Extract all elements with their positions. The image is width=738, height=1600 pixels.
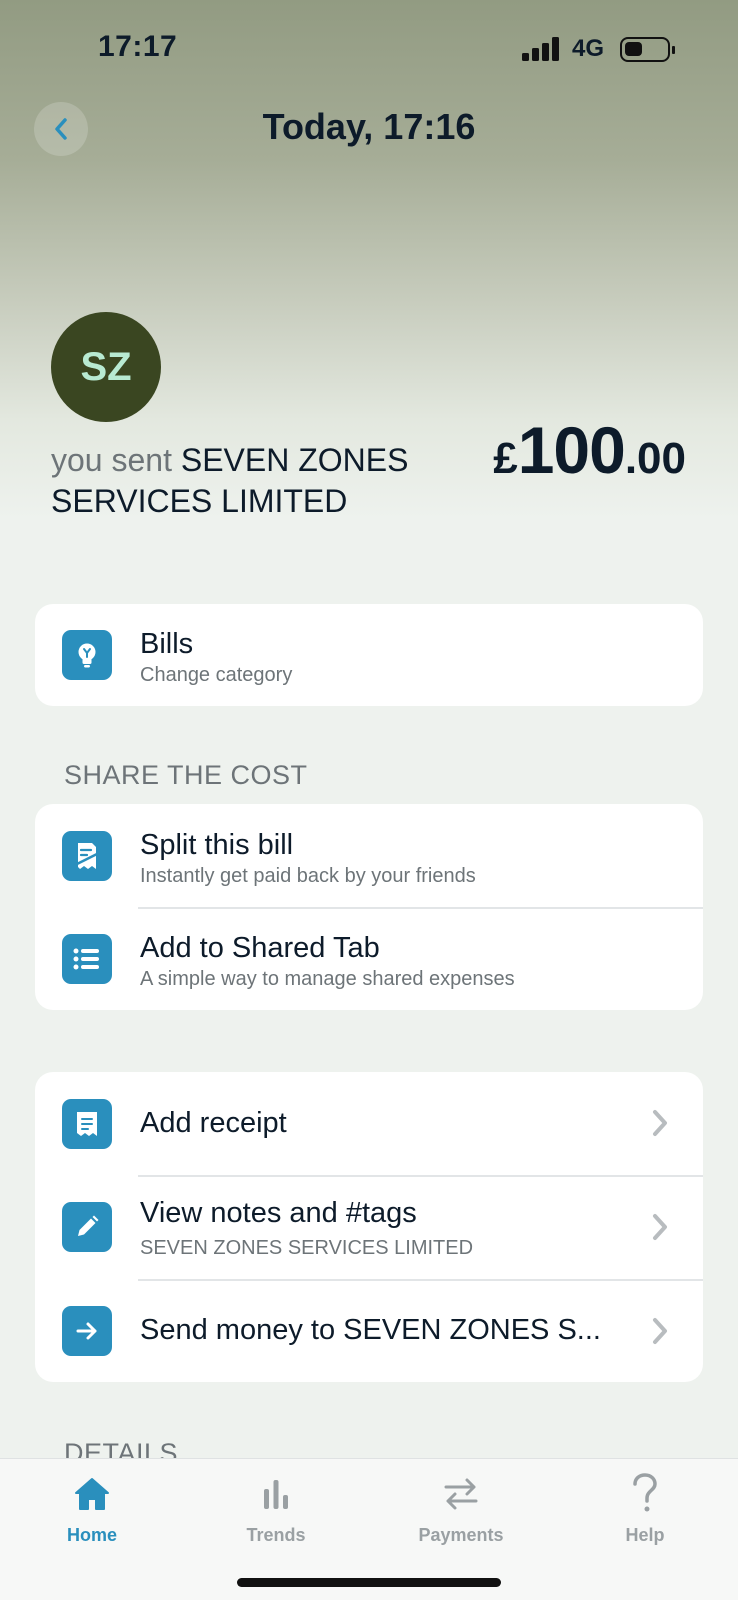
shared-tab-row[interactable]: Add to Shared Tab A simple way to manage… [35,908,703,1010]
pencil-icon [62,1202,112,1252]
amount-currency: £ [493,434,518,483]
arrow-right-icon [62,1306,112,1356]
send-money-title: Send money to SEVEN ZONES S... [140,1314,601,1346]
lightbulb-icon [62,630,112,680]
change-category-row[interactable]: Bills Change category [35,604,703,706]
transaction-amount: £100.00 [493,412,686,488]
add-receipt-row[interactable]: Add receipt [35,1072,703,1175]
question-icon [633,1473,657,1512]
notes-tags-title: View notes and #tags [140,1197,417,1229]
signal-icon [522,37,562,61]
split-bill-title: Split this bill [140,829,294,861]
tab-help[interactable]: Help [585,1471,705,1546]
network-label: 4G [572,35,605,62]
send-money-row[interactable]: Send money to SEVEN ZONES S... [35,1280,703,1382]
add-receipt-title: Add receipt [140,1107,287,1139]
actions-card: Add receipt View notes and #tags SEVEN Z… [35,1072,703,1382]
tab-payments[interactable]: Payments [401,1471,521,1546]
chevron-right-icon [653,1110,667,1136]
tab-help-label: Help [625,1525,665,1545]
share-card: Split this bill Instantly get paid back … [35,804,703,1010]
category-subtitle: Change category [140,664,293,686]
notes-tags-subtitle: SEVEN ZONES SERVICES LIMITED [140,1237,474,1259]
bar-chart-icon [264,1480,288,1509]
notes-tags-row[interactable]: View notes and #tags SEVEN ZONES SERVICE… [35,1176,703,1279]
category-title: Bills [140,628,194,660]
page-title: Today, 17:16 [262,106,476,147]
category-card: Bills Change category [35,604,703,706]
shared-tab-title: Add to Shared Tab [140,932,380,964]
share-section-heading: SHARE THE COST [64,760,308,790]
tab-home[interactable]: Home [32,1471,152,1546]
amount-major: 100 [517,413,626,487]
amount-minor: .00 [624,434,686,483]
tab-trends-label: Trends [246,1525,306,1545]
status-time: 17:17 [98,30,178,63]
home-icon [75,1478,109,1510]
tab-payments-label: Payments [418,1525,504,1545]
tab-trends[interactable]: Trends [216,1471,336,1546]
list-icon [62,934,112,984]
avatar: SZ [51,312,161,422]
chevron-right-icon [653,1214,667,1240]
split-bill-subtitle: Instantly get paid back by your friends [140,865,476,887]
battery-icon [620,37,675,62]
transfer-arrows-icon [444,1478,478,1510]
chevron-right-icon [653,1318,667,1344]
transaction-description: you sent SEVEN ZONES SERVICES LIMITED [51,440,451,522]
home-indicator [237,1578,501,1587]
sent-prefix: you sent [51,442,172,478]
receipt-split-icon [62,831,112,881]
shared-tab-subtitle: A simple way to manage shared expenses [140,968,515,990]
tab-home-label: Home [66,1525,117,1545]
receipt-icon [62,1099,112,1149]
split-bill-row[interactable]: Split this bill Instantly get paid back … [35,804,703,907]
